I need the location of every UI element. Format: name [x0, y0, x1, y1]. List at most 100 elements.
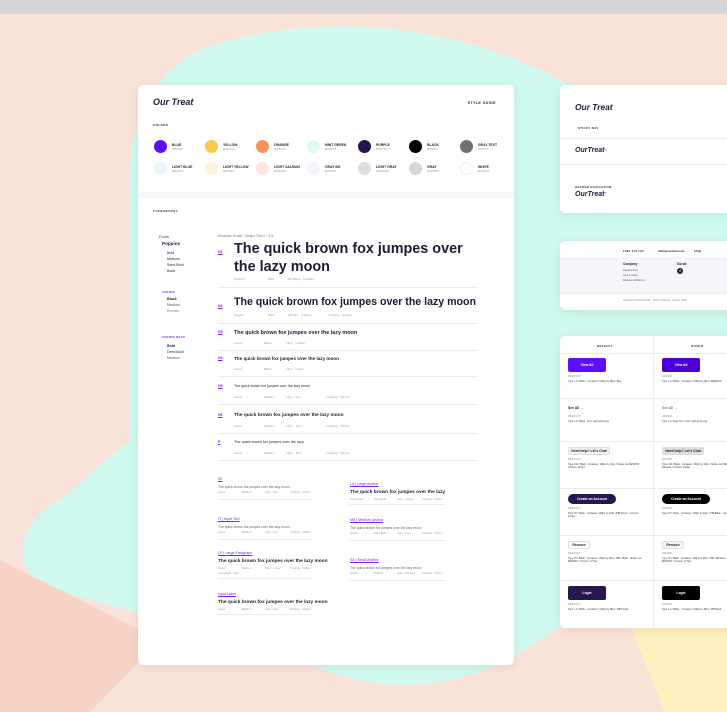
button-create[interactable]: Create an Account [568, 494, 616, 504]
header-nav-label: HEADER NAVIGATION [575, 185, 612, 189]
facebook-icon[interactable]: f [677, 268, 683, 274]
button-see-all[interactable]: See All → [662, 404, 684, 412]
divider [350, 540, 445, 541]
divider [218, 433, 478, 434]
meta: Tracking : 0.01em [290, 567, 311, 570]
button-create[interactable]: Create an Account [662, 494, 710, 504]
divider [560, 138, 727, 139]
color-swatch [358, 162, 371, 175]
divider [560, 441, 727, 442]
color-hex: #FDECE4 [274, 170, 287, 173]
style-guide-card: Our Treat STYLE GUIDE COLORS BLUE #5F0EFF… [138, 85, 514, 665]
button-view-all[interactable]: View All [662, 358, 700, 372]
meta: Poppins [234, 277, 245, 281]
avenir-next-weight: Bold [167, 344, 175, 348]
sample-tag: IT | Input Text [218, 517, 240, 521]
button-view-all[interactable]: View All [568, 358, 606, 372]
color-swatch [205, 162, 218, 175]
footer-email[interactable]: hello@ourtreat.com [658, 249, 684, 253]
brand-logo[interactable]: Our Treat [153, 97, 193, 107]
state-label: HOVER [662, 415, 673, 418]
color-name: WHITE [478, 165, 489, 169]
color-name: ORANGE [274, 143, 289, 147]
footer-copyright: Copyright ©Ourtreat 2019 · Terms of Serv… [623, 299, 688, 302]
state-label: DEFAULT [568, 375, 581, 378]
logo-dot-icon: • [605, 147, 607, 152]
typography-label: TYPOGRAPHY [153, 209, 179, 213]
sticky-nav-label: STICKY NAV [578, 126, 599, 130]
button-login[interactable]: Login [662, 586, 700, 600]
color-hex: #FF8C5A [274, 148, 286, 151]
color-name: BLUE [172, 143, 182, 147]
footer-card: 1900 470 100 hello@ourtreat.com FAQs Com… [560, 241, 727, 310]
poppins-weight: Semi-Bold [167, 263, 184, 267]
poppins-weight: Book [167, 269, 176, 273]
button-remove[interactable]: Remove [568, 541, 590, 549]
button-remove[interactable]: Remove [662, 541, 684, 549]
meta: 14px · 1em [286, 395, 302, 399]
meta: 13px · 1em [265, 531, 278, 534]
color-hex: #DEDEDE [376, 170, 389, 173]
footer-link[interactable]: Delivery & Returns [623, 279, 645, 282]
divider [350, 580, 445, 581]
meta: Black [264, 367, 272, 371]
button-need-help[interactable]: Need help? Let's Chat [662, 447, 704, 455]
color-hex: #F9CA4A [223, 148, 235, 151]
heading-sample-h2: The quick brown fox jumpes over the lazy… [234, 296, 476, 308]
sticky-nav-logo[interactable]: OurTreat [575, 147, 604, 154]
color-swatch [256, 140, 269, 153]
divider [218, 499, 313, 500]
button-login[interactable]: Login [568, 586, 606, 600]
colors-label: COLORS [153, 123, 169, 127]
meta: Black [264, 341, 272, 345]
color-name: GRAY TEXT [478, 143, 498, 147]
poppins-weight: Midform [167, 257, 180, 261]
meta: Tracking : 0.04em [290, 608, 311, 611]
footer-link[interactable]: Departments [623, 269, 638, 272]
divider [560, 535, 727, 536]
meta: Avenir [218, 491, 226, 494]
meta: Medium [242, 531, 252, 534]
color-name: LIGHT BLUE [172, 165, 193, 169]
state-label: HOVER [662, 458, 673, 461]
header-nav-logo[interactable]: OurTreat [575, 191, 604, 198]
divider [218, 614, 313, 615]
state-label: HOVER [662, 507, 673, 510]
button-spec: Type: MA / Black · Container: 180px by 4… [662, 463, 727, 469]
divider [218, 539, 313, 540]
meta: Poppins [234, 313, 245, 317]
footer-phone[interactable]: 1900 470 100 [623, 249, 644, 253]
meta: Avenir [218, 567, 226, 570]
button-spec: Type: LA / White · Container: 130px by 4… [662, 380, 722, 383]
meta: Medium [242, 567, 252, 570]
meta: Tracking : 0.02em [422, 498, 443, 501]
color-name: GRAY [427, 165, 437, 169]
heading-sample: The quick brown fox jumpes over the lazy… [234, 356, 339, 361]
meta: Tracking : 0.03em [422, 532, 443, 535]
color-name: LIGHT YELLOW [223, 165, 249, 169]
footer-company: Company [623, 262, 638, 266]
meta: Avenir [234, 367, 243, 371]
footer-link[interactable]: How it works [623, 274, 638, 277]
heading-tag: H4 [218, 356, 223, 360]
divider [218, 578, 313, 579]
meta: Bold [268, 277, 275, 281]
button-spec: Type: LA / White · Container: 130px by 4… [568, 608, 629, 611]
heading-tag: H1 [218, 250, 223, 254]
color-hex: #28174F [376, 148, 387, 151]
meta: Medium [242, 608, 252, 611]
heading-sample: The quick brown fox jumpes over the lazy [234, 440, 304, 444]
button-see-all[interactable]: See All → [568, 404, 590, 412]
meta: Medium [374, 572, 384, 575]
state-label: DEFAULT [568, 603, 581, 606]
state-label: DEFAULT [568, 415, 581, 418]
sample-tag: Input Label [218, 592, 236, 596]
sample-text: The quick brown fox jumpes over the lazy… [350, 566, 422, 570]
button-need-help[interactable]: Need help? Let's Chat [568, 447, 610, 455]
color-hex: #000000 [427, 148, 438, 151]
footer-faqs[interactable]: FAQs [694, 249, 701, 253]
color-swatch [409, 162, 422, 175]
divider [218, 376, 478, 377]
divider [218, 404, 478, 405]
color-hex: #FFFFFF [478, 170, 490, 173]
